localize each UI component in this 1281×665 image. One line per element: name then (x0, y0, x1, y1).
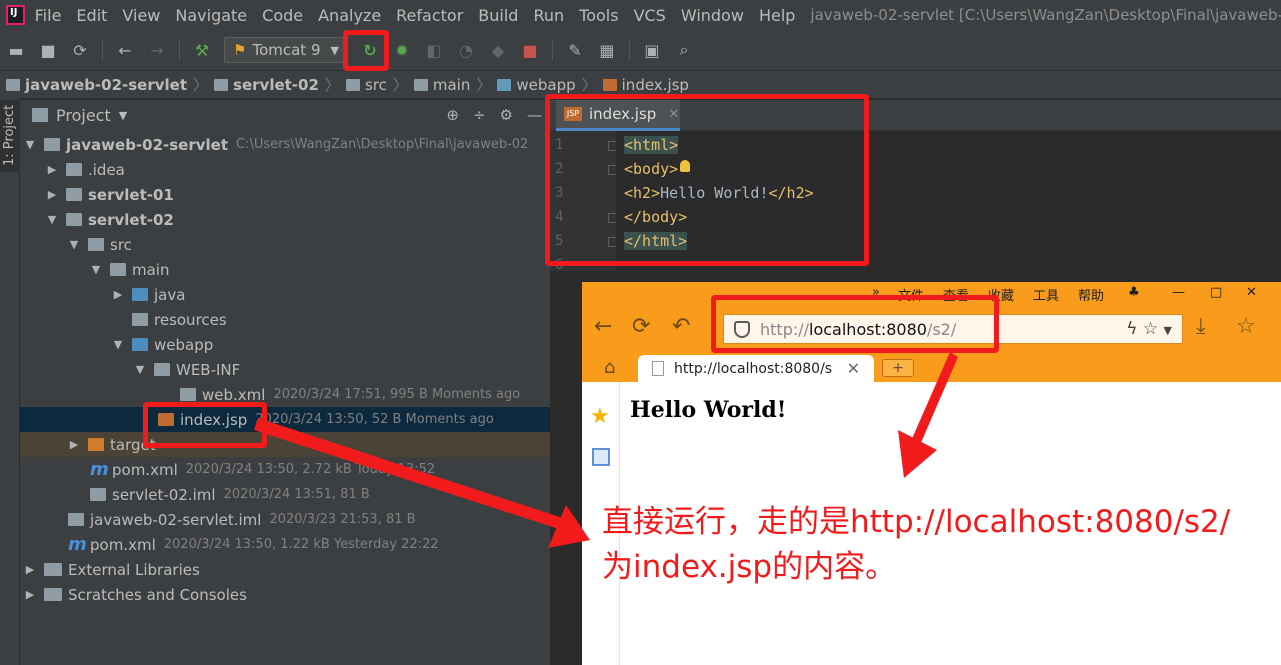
annotation-text: 直接运行，走的是http://localhost:8080/s2/ 为index… (602, 500, 1272, 590)
arrow-to-annotation (254, 418, 590, 548)
highlight-rerun-button (343, 30, 389, 71)
annotation-line-2: 为index.jsp的内容。 (602, 549, 897, 585)
arrow-to-page (898, 352, 958, 478)
highlight-editor (545, 94, 869, 266)
highlight-index-jsp (143, 402, 267, 448)
highlight-address-bar (711, 295, 999, 353)
annotation-line-1: 直接运行，走的是http://localhost:8080/s2/ (602, 504, 1231, 540)
